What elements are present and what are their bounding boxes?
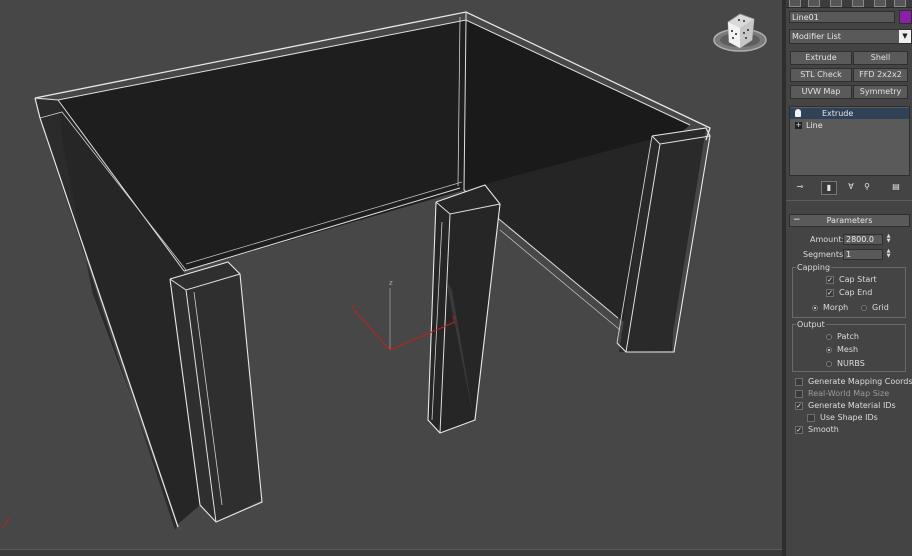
cap-start-label: Cap Start [839, 275, 877, 284]
modifier-stack[interactable]: Extrude + Line [789, 106, 910, 176]
shell-button[interactable]: Shell [853, 51, 908, 65]
stack-item-label: Line [806, 121, 823, 130]
morph-radio[interactable] [812, 305, 818, 311]
display-tab-icon[interactable] [874, 0, 886, 7]
configure-sets-icon[interactable]: ▤ [889, 181, 903, 193]
parameters-title: Parameters [826, 216, 873, 225]
patch-label: Patch [837, 332, 859, 341]
stack-toolbar: ⊸ ▮ ∀ ⚲ ▤ [789, 181, 910, 195]
divider [786, 200, 912, 201]
middle-column [428, 185, 500, 433]
cap-start-checkbox[interactable]: ✓ [826, 276, 834, 284]
gen-material-label: Generate Material IDs [808, 401, 896, 410]
parameters-rollout-header[interactable]: − Parameters [789, 214, 910, 227]
viewcube-icon[interactable] [712, 10, 772, 56]
use-shape-checkbox[interactable] [807, 414, 815, 422]
segments-spinner[interactable]: ▲ ▼ [884, 249, 893, 260]
motion-tab-icon[interactable] [852, 0, 864, 7]
mesh-radio[interactable] [826, 347, 832, 353]
z-axis-label: z [389, 279, 393, 287]
grid-radio[interactable] [861, 305, 867, 311]
make-unique-icon[interactable]: ∀ [845, 181, 857, 193]
x-axis-label: x [351, 303, 355, 311]
modifier-list-dropdown[interactable]: Modifier List ▼ [789, 29, 912, 44]
grid-label: Grid [872, 303, 889, 312]
show-end-result-icon[interactable]: ▮ [821, 181, 837, 195]
x-axis-line [354, 310, 391, 351]
world-axis-icon [1, 517, 11, 529]
uvw-map-button[interactable]: UVW Map [790, 85, 852, 99]
use-shape-label: Use Shape IDs [820, 413, 878, 422]
segments-label: Segments: [803, 250, 846, 259]
nurbs-radio[interactable] [826, 361, 832, 367]
pin-stack-icon[interactable]: ⊸ [793, 181, 807, 193]
stack-item-extrude[interactable]: Extrude [790, 108, 909, 119]
command-panel: Line01 Modifier List ▼ Extrude Shell STL… [786, 0, 912, 556]
modifier-list-label: Modifier List [792, 32, 841, 41]
perspective-viewport[interactable]: z x y [0, 0, 782, 556]
viewport-bottom-bar [0, 549, 782, 556]
lightbulb-icon[interactable] [795, 109, 801, 117]
gen-material-checkbox[interactable]: ✓ [795, 402, 803, 410]
object-color-swatch[interactable] [899, 10, 912, 24]
amount-field[interactable]: 2800.0 [843, 234, 883, 245]
utilities-tab-icon[interactable] [894, 0, 906, 7]
segments-field[interactable]: 1 [843, 249, 883, 260]
create-tab-icon[interactable] [789, 0, 801, 7]
chevron-down-icon[interactable]: ▼ [899, 30, 911, 43]
object-name-field[interactable]: Line01 [789, 11, 895, 23]
cap-end-checkbox[interactable]: ✓ [826, 289, 834, 297]
command-panel-tabs [786, 0, 912, 8]
smooth-checkbox[interactable]: ✓ [795, 426, 803, 434]
hierarchy-tab-icon[interactable] [830, 0, 842, 7]
real-world-label: Real-World Map Size [808, 389, 890, 398]
smooth-label: Smooth [808, 425, 839, 434]
output-title: Output [796, 320, 826, 329]
stl-check-button[interactable]: STL Check [790, 68, 852, 82]
ffd-button[interactable]: FFD 2x2x2 [853, 68, 908, 82]
morph-label: Morph [823, 303, 849, 312]
gen-mapping-label: Generate Mapping Coords. [808, 377, 912, 386]
mesh-label: Mesh [837, 345, 859, 354]
extrude-button[interactable]: Extrude [790, 51, 852, 65]
patch-radio[interactable] [826, 334, 832, 340]
capping-title: Capping [796, 263, 832, 272]
stack-item-label: Extrude [822, 109, 854, 118]
scene-wireframe: z x y [1, 11, 711, 531]
stack-item-line[interactable]: + Line [790, 120, 909, 131]
real-world-checkbox[interactable] [795, 390, 803, 398]
amount-spinner[interactable]: ▲ ▼ [884, 234, 893, 245]
nurbs-label: NURBS [837, 359, 865, 368]
amount-label: Amount: [810, 235, 845, 244]
gen-mapping-checkbox[interactable] [795, 378, 803, 386]
expand-icon[interactable]: + [795, 122, 802, 129]
symmetry-button[interactable]: Symmetry [853, 85, 908, 99]
cap-end-label: Cap End [839, 288, 873, 297]
modify-tab-icon[interactable] [808, 0, 820, 7]
remove-modifier-icon[interactable]: ⚲ [861, 181, 873, 193]
y-axis-label: y [452, 314, 456, 322]
